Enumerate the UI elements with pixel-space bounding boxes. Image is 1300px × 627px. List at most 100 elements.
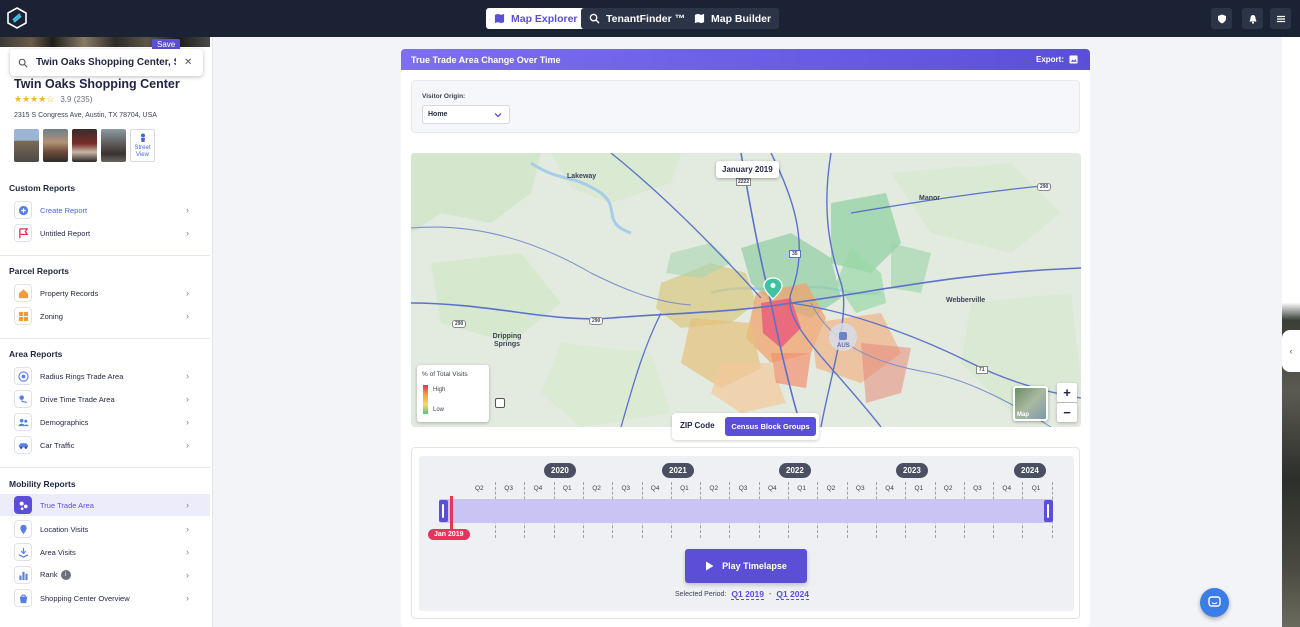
app-logo-icon[interactable] — [6, 7, 28, 29]
timeline-end-handle[interactable] — [1044, 500, 1053, 522]
main-menu-button[interactable] — [1270, 8, 1291, 29]
trade-area-map[interactable]: Lakeway Manor Dripping Springs Webbervil… — [411, 153, 1081, 427]
timeline-quarter-label: Q1 — [562, 485, 572, 492]
place-photo-thumbnail[interactable] — [43, 129, 68, 162]
timeline-range-track[interactable] — [439, 499, 1053, 523]
sidebar-item-car-traffic[interactable]: Car Traffic › — [0, 434, 210, 456]
flag-icon — [14, 224, 32, 242]
notifications-button[interactable] — [1242, 8, 1263, 29]
section-divider — [0, 467, 210, 468]
tab-map-builder[interactable]: Map Builder — [686, 8, 780, 29]
sidebar-item-property-records[interactable]: Property Records › — [0, 282, 210, 304]
sidebar-item-label: Location Visits — [40, 524, 89, 534]
place-photo-thumbnail[interactable] — [14, 129, 39, 162]
tab-label: Map Builder — [711, 12, 772, 25]
info-icon[interactable]: i — [60, 570, 71, 580]
sidebar-item-label: Demographics — [40, 417, 89, 427]
export-button[interactable]: Export: — [1036, 55, 1078, 64]
map-label-aus: AUS — [837, 343, 850, 349]
sidebar-item-radius-rings[interactable]: Radius Rings Trade Area › — [0, 365, 210, 387]
chevron-right-icon: › — [186, 205, 189, 215]
chevron-right-icon: › — [186, 547, 189, 557]
sidebar-item-shopping-center-overview[interactable]: Shopping Center Overview › — [0, 587, 210, 609]
search-icon — [18, 58, 28, 68]
chevron-right-icon: › — [186, 371, 189, 381]
road-shield: 290 — [452, 320, 467, 328]
chat-support-button[interactable] — [1200, 588, 1229, 617]
chevron-down-icon — [494, 113, 502, 118]
timeline: 2020 2021 2022 2023 2024 Jan 2019 Play T… — [419, 456, 1074, 611]
sidebar-item-demographics[interactable]: Demographics › — [0, 411, 210, 433]
geo-option-zip-code[interactable]: ZIP Code — [680, 421, 715, 430]
map-label-dripping-springs: Dripping Springs — [492, 333, 522, 348]
zoom-out-button[interactable]: − — [1057, 403, 1077, 422]
shield-button[interactable] — [1211, 8, 1232, 29]
trade-area-icon — [14, 496, 32, 514]
map-legend: % of Total Visits High Low — [417, 365, 489, 422]
sidebar-item-untitled-report[interactable]: Untitled Report › — [0, 222, 210, 244]
place-photo-thumbnail[interactable] — [101, 129, 126, 162]
section-title-parcel-reports: Parcel Reports — [9, 266, 69, 276]
sidebar-item-label: True Trade Area — [40, 500, 94, 510]
map-label-manor: Manor — [919, 195, 940, 202]
image-export-icon — [1069, 55, 1078, 64]
people-icon — [14, 413, 32, 431]
rating-stars-icon: ★★★★☆ — [14, 94, 55, 104]
sidebar-item-create-report[interactable]: Create Report › — [0, 199, 210, 221]
timeline-year-label: 2024 — [1014, 463, 1046, 478]
timeline-quarter-label: Q2 — [826, 485, 836, 492]
tab-tenantfinder[interactable]: TenantFinder ™ — [581, 8, 694, 29]
place-title: Twin Oaks Shopping Center — [14, 77, 180, 91]
sidebar-item-rank[interactable]: Rank i › — [0, 564, 210, 586]
legend-color-scale — [423, 385, 428, 414]
current-date-badge: Jan 2019 — [428, 529, 470, 540]
street-view-button[interactable]: Street View — [130, 129, 155, 162]
place-search-box: ✕ — [10, 49, 203, 76]
section-title-mobility-reports: Mobility Reports — [9, 479, 76, 489]
timeline-box: 2020 2021 2022 2023 2024 Jan 2019 Play T… — [411, 447, 1080, 619]
sidebar-item-area-visits[interactable]: Area Visits › — [0, 541, 210, 563]
house-icon — [14, 284, 32, 302]
map-type-toggle[interactable]: Map — [1013, 386, 1048, 421]
timeline-quarter-label: Q1 — [914, 485, 924, 492]
clear-search-icon[interactable]: ✕ — [184, 57, 192, 68]
visitor-origin-box: Visitor Origin: Home — [411, 80, 1080, 133]
tab-map-explorer[interactable]: Map Explorer — [486, 8, 586, 29]
zoning-icon — [14, 307, 32, 325]
timeline-quarter-label: Q1 — [1031, 485, 1041, 492]
place-photo-thumbnail[interactable] — [72, 129, 97, 162]
timeline-year-label: 2022 — [779, 463, 811, 478]
shield-icon — [1217, 14, 1226, 23]
sidebar-item-zoning[interactable]: Zoning › — [0, 305, 210, 327]
export-label: Export: — [1036, 55, 1064, 64]
chevron-right-icon: › — [186, 417, 189, 427]
place-photos: Street View — [14, 129, 155, 162]
sidebar-item-true-trade-area[interactable]: True Trade Area › — [0, 494, 210, 516]
road-shield: 2222 — [736, 178, 752, 186]
map-attribution-icon[interactable] — [495, 398, 505, 408]
place-rating: ★★★★☆ 3.9 (235) — [14, 94, 92, 105]
timeline-start-handle[interactable] — [439, 500, 448, 522]
section-title-custom-reports: Custom Reports — [9, 183, 76, 193]
place-search-input[interactable] — [36, 57, 176, 68]
zoom-in-button[interactable]: + — [1057, 383, 1077, 402]
plus-circle-icon — [14, 201, 32, 219]
street-view-label: Street — [134, 144, 151, 151]
radius-icon — [14, 367, 32, 385]
play-timelapse-button[interactable]: Play Timelapse — [685, 549, 807, 583]
sidebar-item-location-visits[interactable]: Location Visits › — [0, 518, 210, 540]
collapse-panel-tab[interactable]: ‹ — [1282, 330, 1300, 372]
street-view-label: View — [136, 151, 149, 158]
chevron-right-icon: › — [186, 500, 189, 510]
period-start-value[interactable]: Q1 2019 — [731, 589, 764, 600]
map-type-label: Map — [1017, 412, 1029, 418]
road-shield: 35 — [789, 250, 801, 258]
timeline-playhead[interactable] — [450, 496, 453, 529]
geo-option-census-block-groups[interactable]: Census Block Groups — [725, 417, 816, 436]
menu-icon — [1276, 15, 1285, 22]
visitor-origin-select[interactable]: Home — [422, 105, 510, 124]
sidebar-item-drive-time[interactable]: Drive Time Trade Area › — [0, 388, 210, 410]
chat-icon — [1208, 596, 1221, 607]
period-end-value[interactable]: Q1 2024 — [776, 589, 809, 600]
map-date-bubble: January 2019 — [716, 161, 779, 178]
